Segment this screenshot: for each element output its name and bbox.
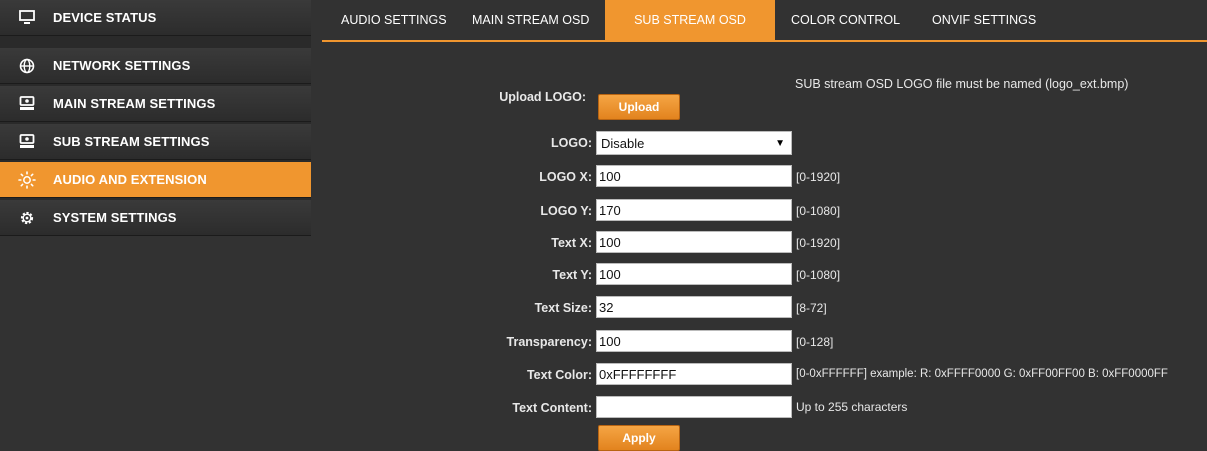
text-size-range: [8-72] — [796, 301, 827, 315]
logo-x-range: [0-1920] — [796, 170, 841, 184]
sidebar-item-label: NETWORK SETTINGS — [53, 58, 191, 73]
chevron-down-icon: ▼ — [775, 138, 785, 149]
tab-color-control[interactable]: COLOR CONTROL — [791, 0, 900, 40]
transparency-label: Transparency: — [506, 335, 592, 349]
text-y-range: [0-1080] — [796, 268, 841, 282]
text-content-input[interactable] — [596, 396, 792, 418]
logo-y-input[interactable] — [596, 199, 792, 221]
tab-onvif-settings[interactable]: ONVIF SETTINGS — [932, 0, 1036, 40]
camera-icon — [18, 95, 36, 113]
apply-button[interactable]: Apply — [598, 425, 680, 451]
logo-file-note: SUB stream OSD LOGO file must be named (… — [795, 77, 1129, 91]
camera-icon — [18, 133, 36, 151]
tab-audio-settings[interactable]: AUDIO SETTINGS — [341, 0, 447, 40]
sun-icon — [18, 170, 36, 189]
text-y-input[interactable] — [596, 263, 792, 285]
tab-bar: AUDIO SETTINGS MAIN STREAM OSD SUB STREA… — [322, 0, 1207, 40]
tab-main-stream-osd[interactable]: MAIN STREAM OSD — [472, 0, 589, 40]
logo-select-value: Disable — [601, 136, 645, 151]
tab-sub-stream-osd[interactable]: SUB STREAM OSD — [605, 0, 775, 40]
logo-y-range: [0-1080] — [796, 204, 841, 218]
sidebar-item-sub-stream-settings[interactable]: SUB STREAM SETTINGS — [0, 124, 311, 160]
upload-button[interactable]: Upload — [598, 94, 680, 120]
transparency-range: [0-128] — [796, 335, 834, 349]
text-size-input[interactable] — [596, 296, 792, 318]
sidebar-item-label: SUB STREAM SETTINGS — [53, 134, 210, 149]
text-color-label: Text Color: — [526, 368, 592, 382]
sidebar-item-audio-and-extension[interactable]: AUDIO AND EXTENSION — [0, 162, 311, 198]
text-color-range: [0-0xFFFFFF] example: R: 0xFFFF0000 G: 0… — [796, 368, 1168, 380]
sidebar-item-device-status[interactable]: DEVICE STATUS — [0, 0, 311, 36]
sidebar-item-label: DEVICE STATUS — [53, 10, 157, 25]
logo-x-input[interactable] — [596, 165, 792, 187]
sidebar-item-label: SYSTEM SETTINGS — [53, 210, 177, 225]
text-x-input[interactable] — [596, 231, 792, 253]
transparency-input[interactable] — [596, 330, 792, 352]
sidebar-item-main-stream-settings[interactable]: MAIN STREAM SETTINGS — [0, 86, 311, 122]
logo-y-label: LOGO Y: — [540, 204, 592, 218]
text-y-label: Text Y: — [552, 268, 592, 282]
sidebar-item-network-settings[interactable]: NETWORK SETTINGS — [0, 48, 311, 84]
upload-logo-label: Upload LOGO: — [499, 90, 586, 104]
text-color-input[interactable] — [596, 363, 792, 385]
globe-icon — [18, 57, 36, 75]
text-content-label: Text Content: — [512, 401, 592, 415]
gear-icon — [18, 209, 36, 227]
text-content-limit: Up to 255 characters — [796, 400, 908, 414]
sidebar: DEVICE STATUS NETWORK SETTINGS MAIN STRE… — [0, 0, 311, 236]
sidebar-item-label: AUDIO AND EXTENSION — [53, 172, 207, 187]
monitor-icon — [18, 9, 36, 27]
logo-select[interactable]: Disable ▼ — [596, 131, 792, 155]
text-size-label: Text Size: — [534, 301, 592, 315]
logo-label: LOGO: — [551, 136, 592, 150]
text-x-label: Text X: — [551, 236, 592, 250]
text-x-range: [0-1920] — [796, 236, 841, 250]
logo-x-label: LOGO X: — [539, 170, 592, 184]
sidebar-item-system-settings[interactable]: SYSTEM SETTINGS — [0, 200, 311, 236]
sidebar-item-label: MAIN STREAM SETTINGS — [53, 96, 216, 111]
tab-underline — [322, 40, 1207, 42]
